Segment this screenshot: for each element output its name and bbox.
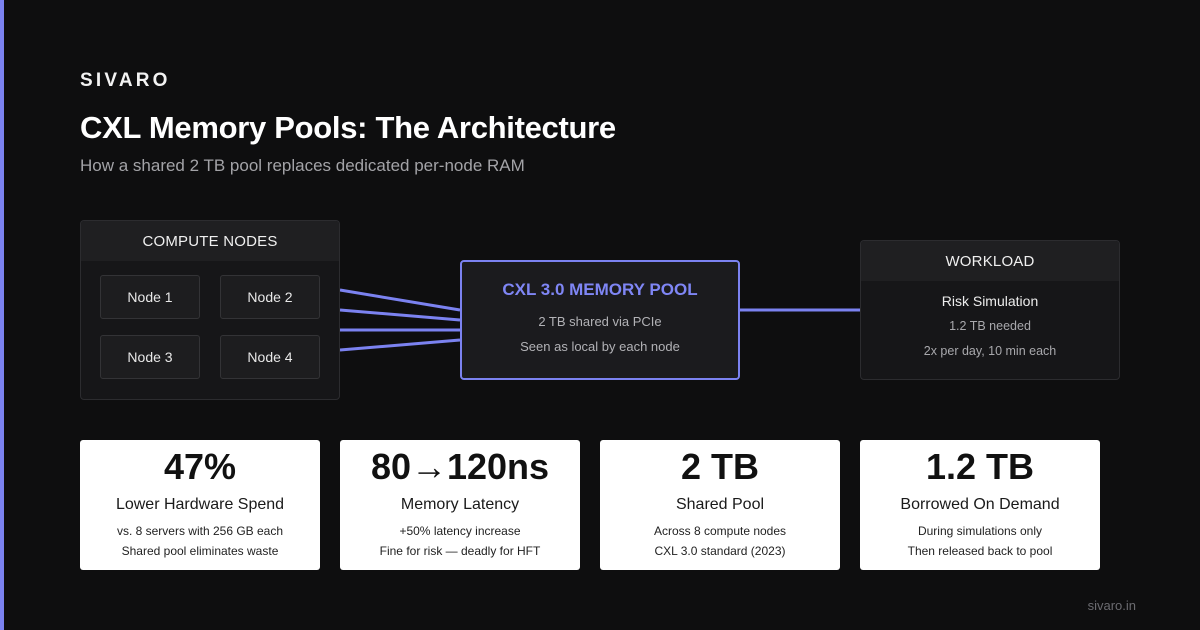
stat-detail: Fine for risk — deadly for HFT (379, 544, 541, 558)
connector-node-pool-1 (339, 288, 461, 312)
node-box-1: Node 1 (100, 275, 200, 319)
stat-detail: Shared pool eliminates waste (121, 544, 279, 558)
workload-panel: WORKLOAD Risk Simulation 1.2 TB needed 2… (860, 240, 1120, 380)
workload-schedule: 2x per day, 10 min each (923, 344, 1057, 358)
node-box-3: Node 3 (100, 335, 200, 379)
memory-pool-capacity: 2 TB shared via PCIe (538, 314, 662, 329)
stat-detail: CXL 3.0 standard (2023) (654, 544, 786, 558)
memory-pool-box: CXL 3.0 MEMORY POOL 2 TB shared via PCIe… (460, 260, 740, 380)
stat-detail: Across 8 compute nodes (653, 524, 787, 538)
connector-node-pool-2 (339, 308, 461, 322)
stat-detail: +50% latency increase (399, 524, 521, 538)
stat-detail: Then released back to pool (907, 544, 1053, 558)
stat-detail: vs. 8 servers with 256 GB each (116, 524, 284, 538)
stat-card-memory-latency: 80→120ns Memory Latency +50% latency inc… (340, 440, 580, 570)
node-box-2: Node 2 (220, 275, 320, 319)
stat-label: Lower Hardware Spend (115, 496, 285, 513)
stat-value: 80→120ns (370, 446, 550, 487)
stat-label: Memory Latency (400, 496, 520, 513)
stat-card-borrowed-on-demand: 1.2 TB Borrowed On Demand During simulat… (860, 440, 1100, 570)
stat-value: 1.2 TB (925, 446, 1035, 487)
stat-label: Borrowed On Demand (900, 496, 1060, 513)
memory-pool-title: CXL 3.0 MEMORY POOL (502, 280, 698, 299)
stat-card-shared-pool: 2 TB Shared Pool Across 8 compute nodes … (600, 440, 840, 570)
stat-value: 2 TB (680, 446, 759, 487)
connector-node-pool-4 (339, 338, 461, 352)
compute-nodes-panel: COMPUTE NODES Node 1 Node 2 Node 3 Node … (80, 220, 340, 400)
stat-detail: During simulations only (917, 524, 1043, 538)
workload-requirement: 1.2 TB needed (949, 319, 1031, 333)
workload-header: WORKLOAD (861, 241, 1119, 281)
node-box-4: Node 4 (220, 335, 320, 379)
stat-label: Shared Pool (675, 496, 765, 513)
memory-pool-description: Seen as local by each node (520, 339, 680, 354)
compute-nodes-header: COMPUTE NODES (81, 221, 339, 261)
workload-name: Risk Simulation (941, 293, 1039, 309)
footer-url: sivaro.in (1087, 598, 1136, 613)
stat-card-hardware-spend: 47% Lower Hardware Spend vs. 8 servers w… (80, 440, 320, 570)
stat-value: 47% (163, 446, 237, 487)
